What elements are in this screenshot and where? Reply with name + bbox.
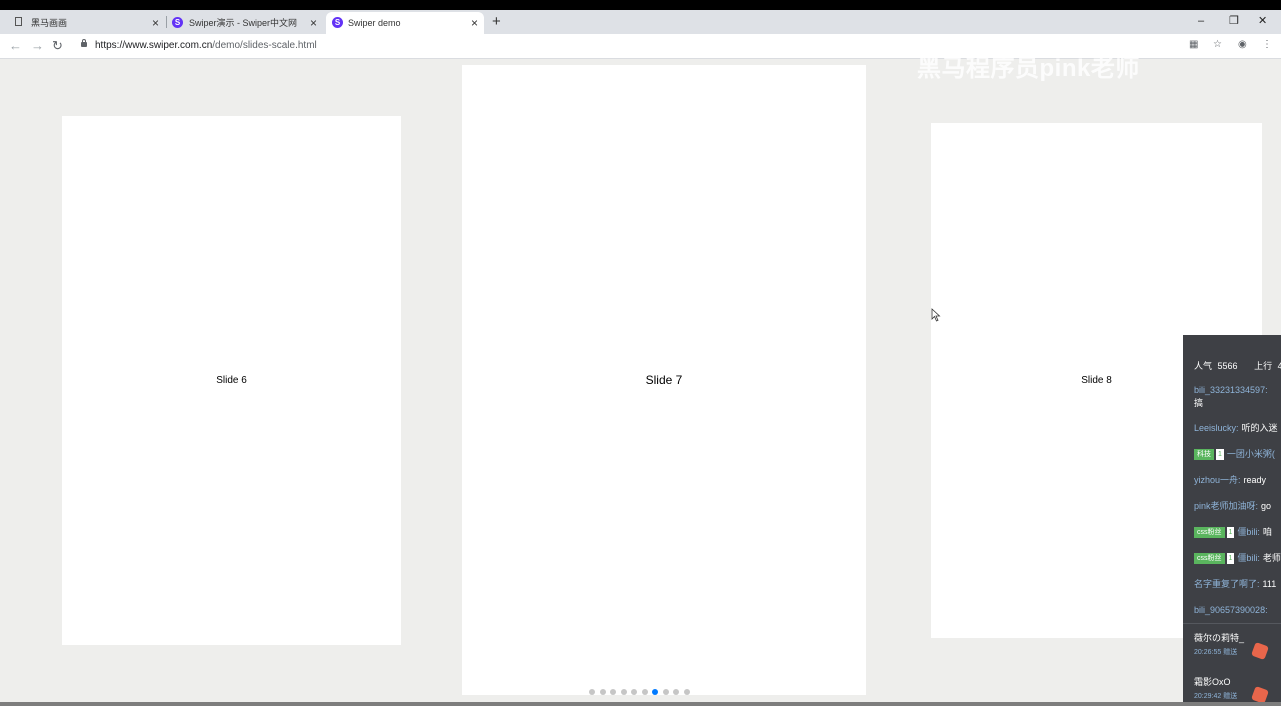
pagination-dot[interactable] bbox=[673, 689, 679, 695]
fan-level: 1 bbox=[1216, 449, 1224, 461]
swiper-slide-6[interactable]: Slide 6 bbox=[62, 116, 401, 645]
star-icon[interactable]: ☆ bbox=[1213, 38, 1222, 52]
danmaku-stats: 人气 5566 上行 41 bbox=[1194, 360, 1281, 372]
danmaku-user: Leeislucky: bbox=[1194, 423, 1239, 433]
gift-user: 霜影OxO bbox=[1194, 677, 1231, 687]
danmaku-text: ready bbox=[1243, 475, 1267, 485]
back-arrow-icon[interactable]: ← bbox=[9, 37, 22, 55]
rank-value: 41 bbox=[1277, 361, 1281, 371]
extension-icon[interactable]: ◉ bbox=[1238, 38, 1247, 52]
mouse-cursor-icon bbox=[931, 308, 941, 322]
danmaku-panel: 人气 5566 上行 41 bili_33231334597: 搞 Leeisluc… bbox=[1183, 335, 1281, 706]
pagination-dot[interactable] bbox=[662, 689, 669, 695]
danmaku-user: yizhou一舟: bbox=[1194, 475, 1241, 485]
tab-label: Swiper demo bbox=[348, 18, 401, 28]
pagination-dot[interactable] bbox=[652, 689, 658, 695]
forward-arrow-icon[interactable]: → bbox=[31, 37, 44, 55]
tab-heima[interactable]: 黑马画画 × bbox=[10, 12, 165, 34]
close-icon[interactable]: × bbox=[471, 12, 478, 34]
slide-label: Slide 8 bbox=[1081, 375, 1112, 386]
tab-label: 黑马画画 bbox=[31, 18, 68, 28]
fan-badge: 科技 bbox=[1194, 449, 1214, 461]
danmaku-message: yizhou一舟: ready bbox=[1194, 474, 1266, 486]
swiper-icon: S bbox=[172, 17, 183, 28]
tab-divider bbox=[166, 16, 167, 28]
danmaku-text: 咱 bbox=[1262, 527, 1272, 537]
close-icon[interactable]: × bbox=[310, 12, 317, 34]
danmaku-message: bili_33231334597: 搞 bbox=[1194, 384, 1268, 409]
pagination-dot[interactable] bbox=[620, 689, 627, 695]
danmaku-message: css粉丝 1 僵bili: 老师 bbox=[1194, 552, 1281, 565]
danmaku-user: bili_33231334597: bbox=[1194, 385, 1268, 395]
fan-badge: css粉丝 bbox=[1194, 553, 1225, 565]
danmaku-user: 一团小米粥( bbox=[1226, 449, 1275, 459]
new-tab-button[interactable]: + bbox=[492, 10, 501, 34]
danmaku-text: 听的入迷 bbox=[1241, 423, 1278, 433]
lock-icon[interactable] bbox=[81, 39, 87, 47]
danmaku-message: css粉丝 1 僵bili: 咱 bbox=[1194, 526, 1272, 539]
swiper-icon: S bbox=[332, 17, 343, 28]
danmaku-user: bili_90657390028: bbox=[1194, 605, 1268, 615]
pagination-dot[interactable] bbox=[610, 689, 616, 695]
gift-user: 薇尔の莉特_ bbox=[1194, 633, 1245, 643]
danmaku-message: pink老师加油呀: go bbox=[1194, 500, 1271, 512]
danmaku-divider bbox=[1183, 623, 1281, 624]
pagination-dot[interactable] bbox=[683, 689, 690, 695]
popularity-label: 人气 bbox=[1194, 361, 1213, 371]
minimize-icon[interactable]: – bbox=[1198, 10, 1204, 32]
pagination-dot[interactable] bbox=[631, 689, 637, 695]
danmaku-text: 搞 bbox=[1194, 398, 1204, 408]
fan-level: 1 bbox=[1226, 527, 1235, 539]
danmaku-message: bili_90657390028: bbox=[1194, 604, 1268, 616]
window-close-icon[interactable]: ✕ bbox=[1258, 10, 1267, 32]
danmaku-user: 名字重复了啊了: bbox=[1194, 579, 1260, 589]
tab-strip: 黑马画画 × S Swiper演示 - Swiper中文网 × S Swiper… bbox=[0, 10, 1281, 34]
pagination-dot[interactable] bbox=[641, 689, 648, 695]
gift-time: 20:29:42 赠送 bbox=[1194, 693, 1238, 700]
danmaku-text: 111 bbox=[1262, 579, 1277, 589]
pagination-dot[interactable] bbox=[599, 689, 606, 695]
watermark-text: 黑马程序员pink老师 bbox=[917, 55, 1140, 82]
danmaku-text: go bbox=[1261, 501, 1272, 511]
url-path: /demo/slides-scale.html bbox=[212, 40, 317, 51]
gift-icon bbox=[1251, 642, 1269, 660]
reload-icon[interactable]: ↻ bbox=[52, 37, 63, 55]
rank-label: 上行 bbox=[1254, 361, 1273, 371]
menu-kebab-icon[interactable]: ⋮ bbox=[1262, 38, 1272, 52]
danmaku-user: pink老师加油呀: bbox=[1194, 501, 1259, 511]
swiper-slide-7[interactable]: Slide 7 bbox=[462, 65, 866, 695]
fan-badge: css粉丝 bbox=[1194, 527, 1225, 539]
fan-level: 1 bbox=[1226, 553, 1235, 565]
danmaku-message: 名字重复了啊了: 111 bbox=[1194, 578, 1276, 590]
danmaku-text: 老师 bbox=[1262, 553, 1281, 563]
slide-label: Slide 6 bbox=[216, 375, 247, 386]
page-icon bbox=[15, 17, 22, 26]
pagination-dot[interactable] bbox=[589, 689, 595, 695]
close-icon[interactable]: × bbox=[152, 12, 159, 34]
restore-icon[interactable]: ❐ bbox=[1229, 10, 1239, 32]
danmaku-message: Leeislucky: 听的入迷 bbox=[1194, 422, 1278, 434]
danmaku-user: 僵bili: bbox=[1237, 553, 1260, 563]
url-field[interactable]: https://www.swiper.com.cn/demo/slides-sc… bbox=[95, 39, 317, 53]
danmaku-user: 僵bili: bbox=[1237, 527, 1260, 537]
danmaku-message: 科技 1 一团小米粥( bbox=[1194, 448, 1275, 461]
translate-icon[interactable]: ▦ bbox=[1189, 38, 1198, 52]
tab-label: Swiper演示 - Swiper中文网 bbox=[189, 18, 298, 28]
slide-label: Slide 7 bbox=[645, 373, 683, 387]
url-host: https://www.swiper.com.cn bbox=[95, 40, 213, 51]
taskbar-edge bbox=[0, 702, 1281, 706]
popularity-value: 5566 bbox=[1217, 361, 1238, 371]
gift-time: 20:26:55 赠送 bbox=[1194, 649, 1238, 656]
tab-swiper-cn[interactable]: S Swiper演示 - Swiper中文网 × bbox=[168, 12, 323, 34]
window-top-bar bbox=[0, 0, 1281, 10]
tab-swiper-demo[interactable]: S Swiper demo × bbox=[326, 12, 484, 34]
